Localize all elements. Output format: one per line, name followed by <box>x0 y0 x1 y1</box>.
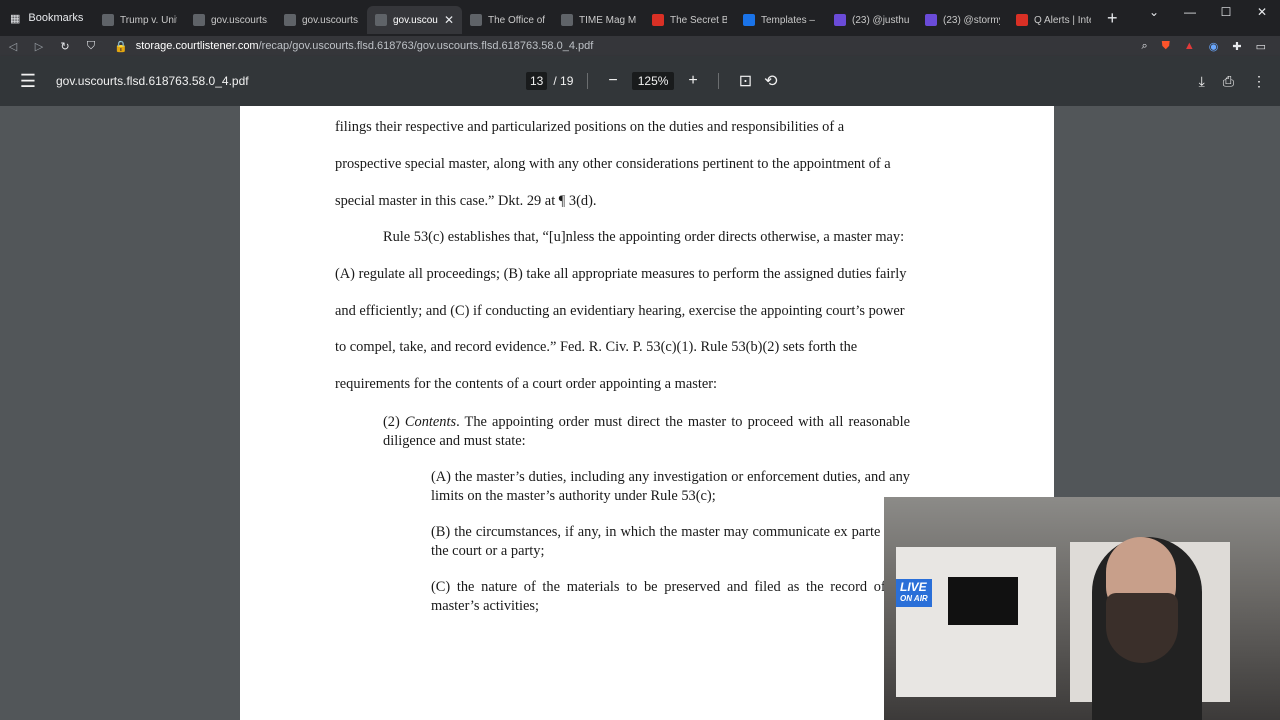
address-bar[interactable]: 🔒 storage.courtlistener.com/recap/gov.us… <box>114 40 1094 53</box>
url-host: storage.courtlistener.com <box>135 40 259 52</box>
extension-icon[interactable]: ◉ <box>1209 40 1219 53</box>
text-line: special master in this case.” Dkt. 29 at… <box>335 192 597 209</box>
brave-shield-icon[interactable]: ⛊ <box>1162 40 1170 53</box>
tab-favicon-icon <box>1016 14 1028 26</box>
block-quote: (2) Contents. The appointing order must … <box>383 414 910 449</box>
browser-tab[interactable]: (23) @stormys <box>917 6 1008 34</box>
zoom-icon[interactable]: ⌕ <box>1141 40 1147 53</box>
menu-icon[interactable]: ☰ <box>0 71 56 92</box>
minimize-icon[interactable]: — <box>1172 5 1208 19</box>
rotate-icon[interactable]: ⟲ <box>758 71 783 91</box>
back-icon[interactable]: ◁ <box>0 40 26 53</box>
block-quote-item-a: (A) the master’s duties, including any i… <box>431 469 910 504</box>
browser-tab-strip: ▦ Bookmarks Trump v. Unite gov.uscourts.f… <box>0 0 1280 36</box>
browser-tab[interactable]: gov.uscourts.fl <box>185 6 276 34</box>
tab-favicon-icon <box>834 14 846 26</box>
paragraph-2: Rule 53(c) establishes that, “[u]nless t… <box>335 219 958 403</box>
reload-icon[interactable]: ↻ <box>52 40 78 53</box>
tab-favicon-icon <box>284 14 296 26</box>
browser-tab[interactable]: TIME Mag Ma <box>553 6 644 34</box>
tab-label: gov.uscou <box>393 14 438 26</box>
live-on-air-sign: LIVE ON AIR <box>896 579 932 607</box>
block-quote-item-c: (C) the nature of the materials to be pr… <box>431 579 910 614</box>
forward-icon[interactable]: ▷ <box>26 40 52 53</box>
bookmark-page-icon[interactable]: ⛉ <box>78 40 104 53</box>
text-line: filings their respective and particulari… <box>335 119 845 135</box>
toolbar-divider <box>717 73 719 89</box>
close-window-icon[interactable]: ✕ <box>1244 5 1280 19</box>
tab-label: The Office of <box>488 14 545 26</box>
cast-icon[interactable]: ▭ <box>1256 40 1266 53</box>
tab-label: TIME Mag Ma <box>579 14 636 26</box>
text-line: to compel, take, and record evidence.” F… <box>335 339 858 356</box>
tab-label: (23) @justhun <box>852 14 909 26</box>
puzzle-icon[interactable]: ✚ <box>1232 40 1241 53</box>
tab-label: (23) @stormys <box>943 14 1000 26</box>
browser-tab[interactable]: The Secret Bip <box>644 6 735 34</box>
tab-search-icon[interactable]: ⌄ <box>1136 5 1172 19</box>
zoom-in-button[interactable]: + <box>682 72 703 90</box>
pdf-toolbar: ☰ gov.uscourts.flsd.618763.58.0_4.pdf 13… <box>0 56 1280 106</box>
pdf-filename: gov.uscourts.flsd.618763.58.0_4.pdf <box>56 74 249 88</box>
tab-favicon-icon <box>375 14 387 26</box>
tab-favicon-icon <box>652 14 664 26</box>
download-icon[interactable]: ⤓ <box>1199 73 1205 90</box>
tab-favicon-icon <box>925 14 937 26</box>
tv-screen <box>948 577 1018 625</box>
browser-tab[interactable]: The Office of <box>462 6 553 34</box>
page-total: / 19 <box>553 74 574 88</box>
zoom-out-button[interactable]: − <box>602 72 623 90</box>
page-selector: 13 / 19 <box>526 72 573 90</box>
text-line: and efficiently; and (C) if conducting a… <box>335 302 905 319</box>
lock-icon: 🔒 <box>114 40 128 53</box>
paragraph-1: filings their respective and particulari… <box>335 109 958 219</box>
tab-label: Templates – Ju <box>761 14 818 26</box>
browser-tab[interactable]: gov.uscou ✕ <box>367 6 462 34</box>
fit-page-icon[interactable]: ⊡ <box>733 71 758 91</box>
tab-favicon-icon <box>470 14 482 26</box>
browser-tab[interactable]: Trump v. Unite <box>94 6 185 34</box>
tab-label: The Secret Bip <box>670 14 727 26</box>
extension-icons: ⌕ ⛊ ▲ ◉ ✚ ▭ <box>1141 40 1280 53</box>
block-quote-item-b: (B) the circumstances, if any, in which … <box>431 524 910 559</box>
text-line: requirements for the contents of a court… <box>335 376 718 393</box>
tab-close-icon[interactable]: ✕ <box>444 13 454 27</box>
browser-tab[interactable]: gov.uscourts.fl <box>276 6 367 34</box>
new-tab-button[interactable]: + <box>1107 8 1118 29</box>
tab-label: Q Alerts | Inte <box>1034 14 1091 26</box>
browser-toolbar: ◁ ▷ ↻ ⛉ 🔒 storage.courtlistener.com/reca… <box>0 36 1280 56</box>
browser-tab[interactable]: Q Alerts | Inte <box>1008 6 1099 34</box>
bookmarks-button[interactable]: ▦ Bookmarks <box>0 0 94 36</box>
text-line: prospective special master, along with a… <box>335 155 891 172</box>
page-number-input[interactable]: 13 <box>526 72 548 90</box>
toolbar-divider <box>587 73 589 89</box>
brave-rewards-icon[interactable]: ▲ <box>1184 40 1195 53</box>
tab-label: gov.uscourts.fl <box>211 14 268 26</box>
maximize-icon[interactable]: ☐ <box>1208 5 1244 19</box>
more-options-icon[interactable]: ⋮ <box>1252 73 1266 90</box>
streamer-beard <box>1106 593 1178 663</box>
bookmarks-label: Bookmarks <box>28 12 84 24</box>
pdf-actions: ⤓ ⎙ ⋮ <box>1199 56 1266 106</box>
tab-label: gov.uscourts.fl <box>302 14 359 26</box>
print-icon[interactable]: ⎙ <box>1223 73 1234 90</box>
browser-tab[interactable]: Templates – Ju <box>735 6 826 34</box>
url-path: /recap/gov.uscourts.flsd.618763/gov.usco… <box>258 40 594 52</box>
webcam-overlay: LIVE ON AIR <box>884 497 1280 720</box>
tab-favicon-icon <box>193 14 205 26</box>
tab-favicon-icon <box>743 14 755 26</box>
zoom-level-input[interactable]: 125% <box>631 72 675 90</box>
bookmarks-icon: ▦ <box>10 12 21 25</box>
tab-list: Trump v. Unite gov.uscourts.fl gov.uscourt… <box>94 2 1099 34</box>
window-controls: ⌄ — ☐ ✕ <box>1136 0 1280 24</box>
text-line: Rule 53(c) establishes that, “[u]nless t… <box>383 229 905 245</box>
tab-favicon-icon <box>561 14 573 26</box>
tab-label: Trump v. Unite <box>120 14 177 26</box>
tab-favicon-icon <box>102 14 114 26</box>
text-line: (A) regulate all proceedings; (B) take a… <box>335 265 907 282</box>
browser-tab[interactable]: (23) @justhun <box>826 6 917 34</box>
